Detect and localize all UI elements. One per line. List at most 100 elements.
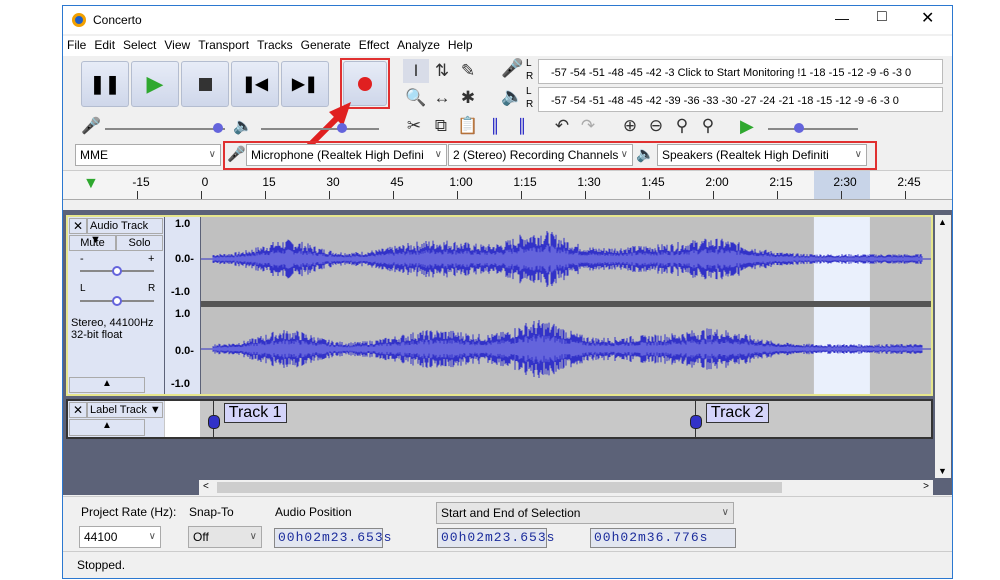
envelope-tool-icon[interactable]: ⇅ [429,59,455,83]
menu-tracks[interactable]: Tracks [253,36,297,56]
record-meter[interactable]: -57 -54 -51 -48 -45 -42 -3 Click to Star… [538,59,943,84]
skip-start-button[interactable]: ❚◀ [231,61,279,107]
label-handle-icon[interactable] [207,415,220,429]
menu-edit[interactable]: Edit [90,36,119,56]
selection-tool-icon[interactable]: I [403,59,429,83]
track-close-button[interactable]: ✕ [69,218,87,234]
ruler-label: 2:30 [833,175,857,189]
pause-button[interactable]: ❚❚ [81,61,129,107]
playback-meter[interactable]: -57 -54 -51 -48 -45 -42 -39 -36 -33 -30 … [538,87,943,112]
microphone-icon[interactable]: 🎤 [501,58,523,79]
scale-top-2: 1.0 [175,308,191,320]
status-bar: Stopped. [63,551,952,578]
selection-end-field[interactable]: 00h02m36.776s [590,528,736,548]
speaker-volume-icon: 🔈 [233,118,253,135]
horizontal-scrollbar[interactable]: < > [199,480,933,495]
scale-mid-1: 0.0- [175,253,194,265]
trim-icon[interactable]: ∥ [482,114,508,138]
ruler-tick [649,191,650,199]
record-meter-scale-right: !1 -18 -15 -12 -9 -6 -3 0 [797,67,912,79]
play-at-speed-icon[interactable]: ▶ [740,116,754,137]
maximize-button[interactable]: □ [877,8,887,26]
play-button[interactable]: ▶ [131,61,179,107]
close-button[interactable]: ✕ [921,8,934,28]
menu-file[interactable]: File [63,36,90,56]
zoom-in-icon[interactable]: ⊕ [617,114,643,138]
stop-icon [198,77,212,91]
track-name-menu[interactable]: Audio Track ▼ [87,218,163,246]
meter-play-L: L [526,86,532,97]
menu-analyze[interactable]: Analyze [393,36,444,56]
ruler-tick [713,191,714,199]
playback-device-select[interactable]: Speakers (Realtek High Definiti ∨ [657,144,867,166]
status-text: Stopped. [77,558,126,572]
ruler-label: 2:00 [705,175,729,189]
undo-icon[interactable]: ↶ [549,114,575,138]
menu-generate[interactable]: Generate [297,36,355,56]
scale-bot-2: -1.0 [171,378,190,390]
selection-end-value: 00h02m36.776s [594,530,709,545]
paste-icon[interactable]: 📋 [455,114,481,138]
meter-rec-L: L [526,58,532,69]
recording-channels-value: 2 (Stereo) Recording Channels [453,148,619,162]
speaker-icon[interactable]: 🔈 [501,86,523,107]
label-handle-icon[interactable] [689,415,702,429]
menu-effect[interactable]: Effect [355,36,393,56]
label-text[interactable]: Track 2 [705,403,769,423]
start-monitoring-link[interactable]: Click to Start Monitoring [678,67,795,79]
mute-button[interactable]: Mute [69,235,116,251]
chevron-down-icon: ∨ [249,531,257,542]
redo-icon[interactable]: ↷ [575,114,601,138]
mic-device-icon: 🎤 [227,146,246,163]
ruler-label: 30 [326,175,340,189]
stop-button[interactable] [181,61,229,107]
recording-device-select[interactable]: Microphone (Realtek High Defini ∨ [246,144,447,166]
selection-start-field[interactable]: 00h02m23.653s [437,528,554,548]
label-text[interactable]: Track 1 [223,403,287,423]
menu-transport[interactable]: Transport [194,36,253,56]
silence-icon[interactable]: ∥ [509,114,535,138]
gain-minus-label: - [80,253,84,265]
timeshift-tool-icon[interactable]: ↔ [429,86,455,110]
vertical-scrollbar[interactable]: ▲ ▼ [935,215,951,478]
minimize-button[interactable]: — [835,10,849,26]
menu-view[interactable]: View [160,36,194,56]
label-track-name-menu[interactable]: Label Track ▼ [87,402,163,418]
playback-volume-slider[interactable] [261,123,379,133]
label-collapse-button[interactable]: ▲ [69,419,145,436]
label-track-name: Label Track [90,404,147,416]
recording-volume-slider[interactable] [105,123,225,133]
zoom-tool-icon[interactable]: 🔍 [403,86,429,110]
fit-project-icon[interactable]: ⚲ [695,114,721,138]
project-rate-select[interactable]: 44100 ∨ [79,526,161,548]
solo-button[interactable]: Solo [116,235,163,251]
menu-select[interactable]: Select [119,36,160,56]
gain-slider[interactable] [80,266,154,276]
pause-icon: ❚❚ [89,73,121,94]
play-head-icon[interactable]: ▼ [83,175,99,193]
play-speed-slider[interactable] [768,123,858,133]
project-rate-label: Project Rate (Hz): [81,505,177,519]
audio-position-value: 00h02m23.653s [278,530,393,545]
audio-position-field[interactable]: 00h02m23.653s [274,528,391,548]
snap-to-select[interactable]: Off ∨ [188,526,262,548]
copy-icon[interactable]: ⧉ [428,114,454,138]
ruler-tick [265,191,266,199]
pan-right-label: R [148,283,156,294]
fit-selection-icon[interactable]: ⚲ [669,114,695,138]
ruler-tick [137,191,138,199]
multi-tool-icon[interactable]: ✱ [455,86,481,110]
menu-help[interactable]: Help [444,36,477,56]
zoom-out-icon[interactable]: ⊖ [643,114,669,138]
audio-host-select[interactable]: MME ∨ [75,144,221,166]
project-rate-value: 44100 [84,530,118,544]
selection-mode-select[interactable]: Start and End of Selection ∨ [436,502,734,524]
draw-tool-icon[interactable]: ✎ [455,59,481,83]
waveform[interactable] [201,217,931,394]
label-track-close-button[interactable]: ✕ [69,402,87,418]
timeline-ruler[interactable]: ▼ -15 0 15 30 45 1:00 1:15 1:30 1:45 2:00 2:15 2:30… [63,170,952,200]
cut-icon[interactable]: ✂ [401,114,427,138]
collapse-track-button[interactable]: ▲ [69,377,145,393]
recording-channels-select[interactable]: 2 (Stereo) Recording Channels ∨ [448,144,633,166]
pan-slider[interactable] [80,296,154,306]
